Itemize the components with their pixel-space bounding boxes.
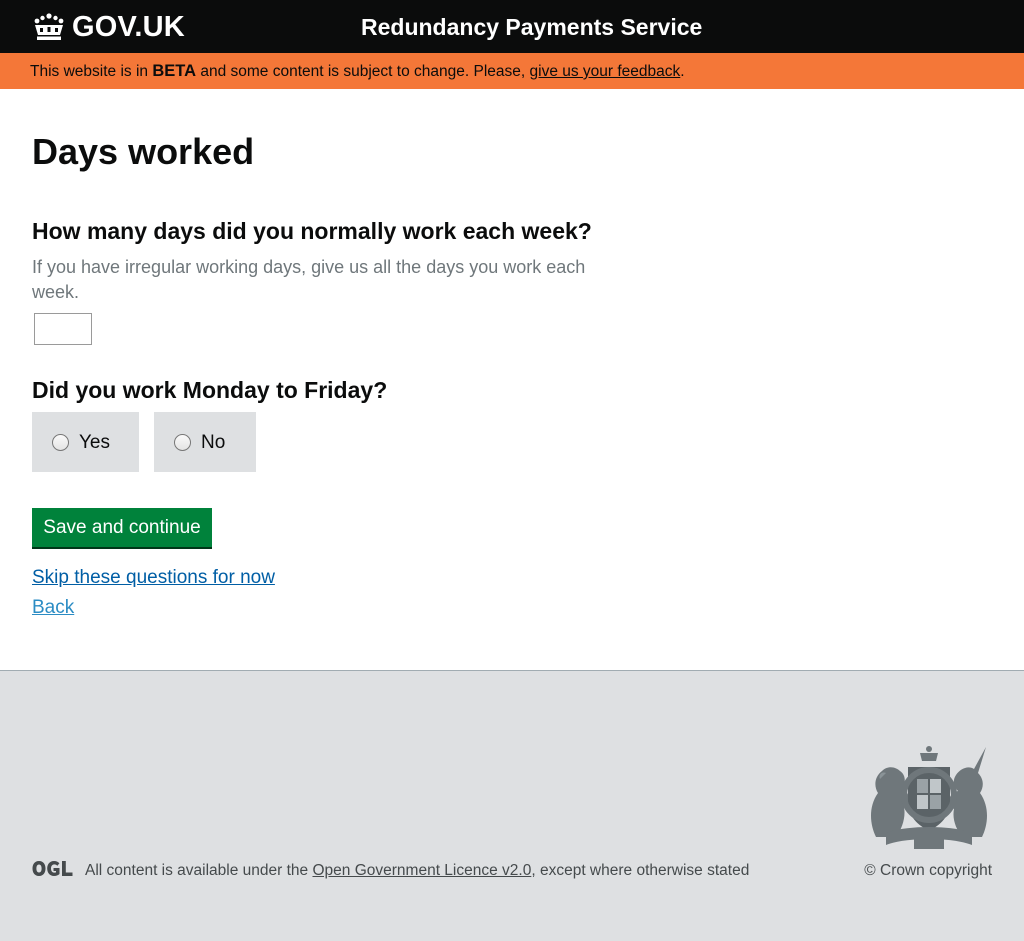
beta-text-middle: and some content is subject to change. P… [196, 63, 530, 80]
radio-label-yes: Yes [79, 431, 110, 453]
crown-copyright-link[interactable]: © Crown copyright [864, 860, 992, 882]
page-title: Days worked [32, 131, 255, 172]
service-name-link[interactable]: Redundancy Payments Service [361, 12, 702, 42]
govuk-logo-link[interactable]: GOV.UK [32, 10, 185, 44]
licence-notice: All content is available under the Open … [85, 860, 749, 882]
govuk-logo-text: GOV.UK [72, 11, 185, 43]
radio-button-no[interactable] [174, 433, 191, 451]
monday-friday-question-label: Did you work Monday to Friday? [32, 377, 388, 403]
beta-text-after: . [680, 63, 685, 80]
ogl-logo-icon [32, 861, 73, 876]
days-question-hint: If you have irregular working days, give… [32, 257, 586, 302]
licence-text-before: All content is available under the [85, 862, 313, 879]
open-government-licence-link[interactable]: Open Government Licence v2.0 [312, 862, 531, 879]
royal-coat-of-arms-icon [871, 746, 987, 849]
crown-icon [34, 13, 64, 40]
radio-button-yes[interactable] [52, 433, 69, 451]
licence-text-after: , except where otherwise stated [531, 862, 750, 879]
radio-label-no: No [201, 431, 226, 453]
days-question-label: How many days did you normally work each… [32, 218, 592, 244]
save-and-continue-button[interactable]: Save and continue [32, 508, 212, 547]
feedback-link[interactable]: give us your feedback [530, 63, 681, 80]
site-header: GOV.UK Redundancy Payments Service [0, 0, 1024, 53]
beta-text-before: This website is in [30, 63, 153, 80]
back-link[interactable]: Back [32, 595, 74, 620]
skip-questions-link[interactable]: Skip these questions for now [32, 565, 275, 590]
days-per-week-input[interactable] [34, 313, 92, 345]
radio-option-no[interactable]: No [154, 412, 256, 472]
beta-banner: This website is in BETA and some content… [0, 53, 1024, 89]
site-footer: All content is available under the Open … [0, 670, 1024, 941]
radio-option-yes[interactable]: Yes [32, 412, 139, 472]
phase-tag: BETA [152, 62, 197, 80]
